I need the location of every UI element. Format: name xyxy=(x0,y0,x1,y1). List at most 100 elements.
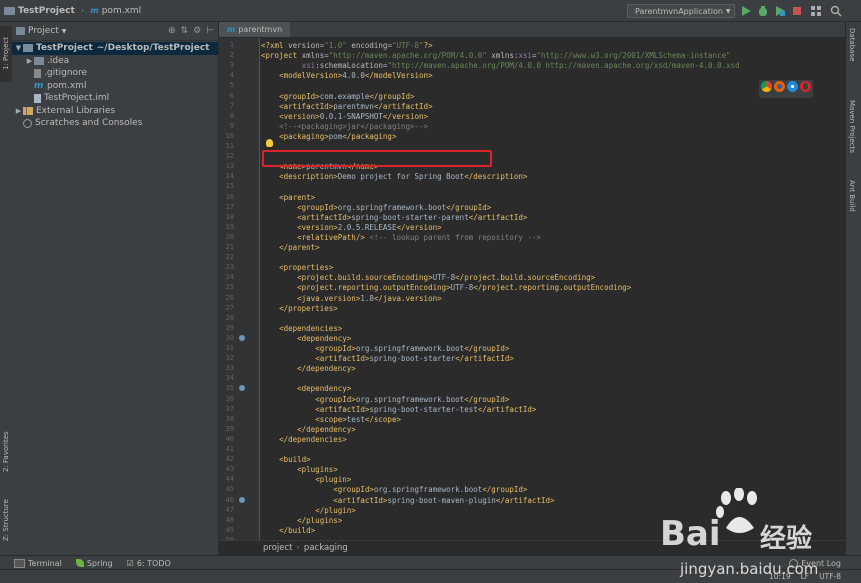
right-tool-strip: Database Maven Projects Ant Build xyxy=(845,22,861,555)
run-configuration-select[interactable]: ParentmvnApplication ▼ xyxy=(627,4,735,18)
tree-item[interactable]: ▶ .idea xyxy=(12,55,218,68)
cursor-position[interactable]: 10:19 xyxy=(769,572,791,581)
line-number: 7 xyxy=(229,101,234,110)
line-number: 17 xyxy=(225,202,234,211)
event-log-icon xyxy=(789,558,799,568)
file-encoding[interactable]: UTF-8 xyxy=(819,572,841,581)
todo-tool-button[interactable]: ☑ 6: TODO xyxy=(127,559,171,568)
maven-file-icon: m xyxy=(227,25,236,34)
maven-projects-tool-tab[interactable]: Maven Projects xyxy=(848,100,856,153)
spring-tool-button[interactable]: Spring xyxy=(75,559,113,568)
database-tool-tab[interactable]: Database xyxy=(848,28,856,61)
tree-item[interactable]: Scratches and Consoles xyxy=(12,117,218,130)
code-token: "http://maven.apache.org/POM/4.0.0 http:… xyxy=(387,61,740,71)
event-log-tool-button[interactable]: Event Log xyxy=(789,558,841,568)
tree-item[interactable]: .gitignore xyxy=(12,67,218,80)
collapse-arrow-icon[interactable]: ▶ xyxy=(25,57,34,65)
code-line: <relativePath/> <!-- lookup parent from … xyxy=(261,233,541,243)
spring-bean-icon[interactable] xyxy=(239,385,245,392)
code-token: </java.version> xyxy=(373,293,442,303)
project-structure-icon[interactable] xyxy=(810,5,822,17)
spring-bean-icon[interactable] xyxy=(239,496,245,503)
code-token: "UTF-8" xyxy=(391,41,424,50)
line-number: 41 xyxy=(225,445,234,453)
code-token: <groupId> xyxy=(315,394,356,404)
code-token: <groupId> xyxy=(315,344,356,353)
structure-tool-tab[interactable]: Z: Structure xyxy=(0,492,12,548)
project-view-select[interactable]: Project xyxy=(28,26,59,36)
tree-item[interactable]: m pom.xml xyxy=(12,80,218,93)
code-token: </groupId> xyxy=(369,91,415,101)
editor-breadcrumb-item[interactable]: project xyxy=(263,543,293,553)
code-token: parentmvn xyxy=(333,101,374,111)
code-line: </dependency> xyxy=(261,364,356,374)
breadcrumb-file[interactable]: pom.xml xyxy=(102,6,141,16)
coverage-icon[interactable] xyxy=(774,5,786,17)
code-token: UTF-8 xyxy=(450,283,474,293)
code-token: 1.8 xyxy=(360,293,374,303)
line-number: 12 xyxy=(225,152,234,161)
project-panel: Project ▼ ⊕ ⇅ ⚙ ⊢ ▼ TestProject ~/Desktop/… xyxy=(12,22,219,555)
hide-icon[interactable]: ⊢ xyxy=(206,26,214,36)
code-token: xsi xyxy=(301,61,316,71)
safari-icon[interactable] xyxy=(787,81,798,92)
line-number: 26 xyxy=(225,293,234,302)
terminal-tool-button[interactable]: Terminal xyxy=(14,558,62,568)
debug-icon[interactable] xyxy=(757,5,769,17)
code-line: <project xmlns="http://maven.apache.org/… xyxy=(261,51,731,61)
code-line: <description>Demo project for Spring Boo… xyxy=(261,172,527,182)
breadcrumb-project[interactable]: TestProject xyxy=(18,6,75,16)
project-tool-tab[interactable]: 1: Project xyxy=(0,26,12,82)
editor-breadcrumb-item[interactable]: packaging xyxy=(304,543,348,553)
collapse-icon[interactable]: ⇅ xyxy=(181,26,189,36)
search-everywhere-icon[interactable] xyxy=(830,5,842,17)
collapse-arrow-icon[interactable]: ▶ xyxy=(14,107,23,115)
code-token: <artifactId> xyxy=(315,354,370,364)
code-token: <version> xyxy=(297,222,338,232)
code-token: <groupId> xyxy=(333,485,374,495)
opera-icon[interactable] xyxy=(800,81,811,92)
code-view[interactable]: <?xml version="1.0" encoding="UTF-8"?> <p… xyxy=(261,38,845,540)
code-line: <packaging>pom</packaging> xyxy=(261,132,396,142)
lightbulb-icon[interactable] xyxy=(266,139,273,147)
sync-icon[interactable]: ⊕ xyxy=(168,26,176,36)
favorites-tool-tab[interactable]: 2: Favorites xyxy=(0,422,12,482)
code-token: :schemaLocation xyxy=(315,61,383,71)
spring-bean-icon[interactable] xyxy=(239,334,245,341)
firefox-icon[interactable] xyxy=(774,81,785,92)
code-token: org.springframework.boot xyxy=(355,344,465,353)
editor-tab-label: parentmvn xyxy=(238,25,283,34)
tree-item[interactable]: TestProject.iml xyxy=(12,92,218,105)
line-number: 29 xyxy=(225,323,234,332)
code-token: </plugin> xyxy=(315,505,356,515)
code-token: <java.version> xyxy=(297,293,361,303)
code-line: </plugin> xyxy=(261,506,356,516)
code-token: "1.0" xyxy=(324,41,347,50)
chrome-icon[interactable] xyxy=(761,81,772,92)
line-separator[interactable]: LF xyxy=(801,572,810,581)
editor-tab[interactable]: m parentmvn xyxy=(219,22,291,37)
code-token: 4.0.0 xyxy=(342,71,365,81)
code-token: </artifactId> xyxy=(468,212,528,222)
code-line: <groupId>org.springframework.boot</group… xyxy=(261,203,491,213)
expand-arrow-icon[interactable]: ▼ xyxy=(14,44,23,52)
tree-item[interactable]: ▶ External Libraries xyxy=(12,105,218,118)
tree-item[interactable]: ▼ TestProject ~/Desktop/TestProject xyxy=(12,42,218,55)
run-icon[interactable] xyxy=(740,5,752,17)
gear-icon[interactable]: ⚙ xyxy=(193,26,201,36)
todo-label: 6: TODO xyxy=(136,558,171,568)
ant-build-tool-tab[interactable]: Ant Build xyxy=(848,180,856,212)
code-line: <?xml version="1.0" encoding="UTF-8"?> xyxy=(261,41,433,51)
stop-icon[interactable] xyxy=(791,5,803,17)
